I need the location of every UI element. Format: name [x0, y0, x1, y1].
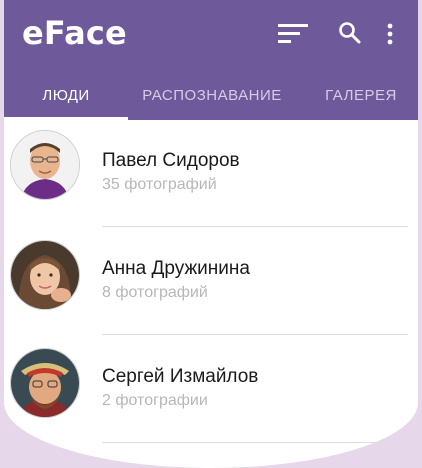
list-item[interactable]: Анна Дружинина 8 фотографий — [4, 228, 418, 336]
tab-people[interactable]: ЛЮДИ — [4, 72, 128, 120]
tab-bar: ЛЮДИ РАСПОЗНАВАНИЕ ГАЛЕРЕЯ — [4, 72, 418, 120]
app-bar: eFace — [4, 0, 418, 72]
search-icon[interactable] — [338, 21, 362, 45]
divider — [102, 226, 408, 227]
tab-gallery[interactable]: ГАЛЕРЕЯ — [304, 72, 418, 120]
avatar — [10, 240, 80, 310]
list-item[interactable]: Сергей Измайлов 2 фотографии — [4, 336, 418, 444]
more-vert-icon[interactable] — [384, 22, 396, 46]
photo-count: 8 фотографий — [102, 284, 208, 301]
app-screen: eFace ЛЮДИ РАСПОЗНАВАНИЕ ГАЛЕРЕЯ Павел С… — [4, 0, 418, 468]
person-name: Сергей Измайлов — [102, 366, 259, 387]
avatar — [10, 348, 80, 418]
divider — [102, 442, 408, 443]
app-title: eFace — [22, 14, 127, 52]
person-name: Анна Дружинина — [102, 258, 250, 279]
photo-count: 2 фотографии — [102, 392, 208, 409]
tab-recognition[interactable]: РАСПОЗНАВАНИЕ — [128, 72, 296, 120]
sort-lines-icon[interactable] — [276, 22, 310, 46]
divider — [102, 334, 408, 335]
list-item[interactable]: Павел Сидоров 35 фотографий — [4, 120, 418, 228]
person-name: Павел Сидоров — [102, 150, 240, 171]
avatar — [10, 130, 80, 200]
photo-count: 35 фотографий — [102, 176, 217, 193]
